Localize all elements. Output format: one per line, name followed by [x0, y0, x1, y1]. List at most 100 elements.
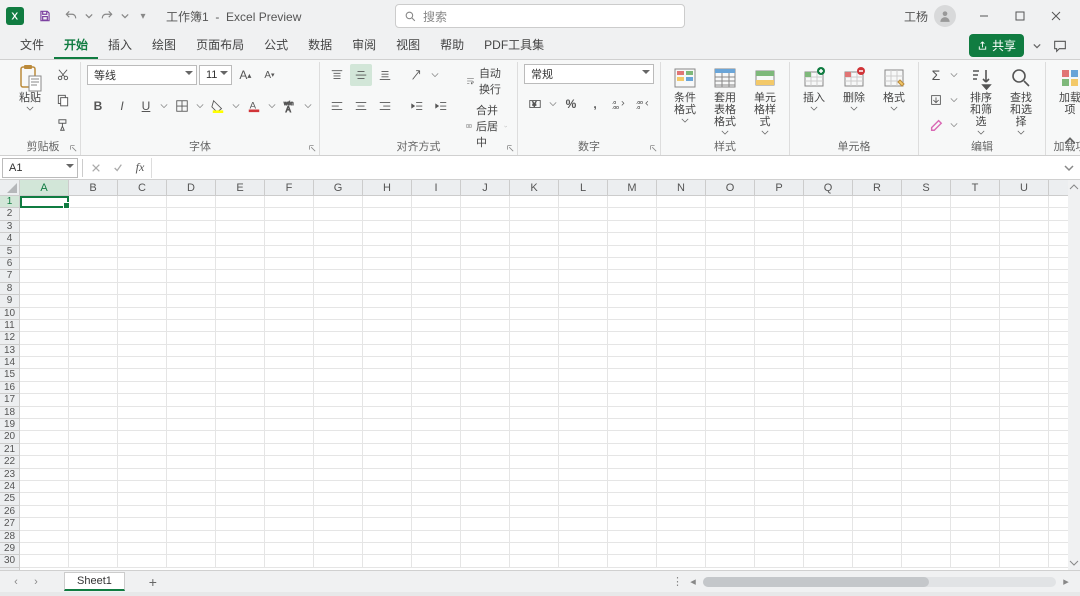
tab-data[interactable]: 数据: [298, 32, 342, 59]
row-header-5[interactable]: 5: [0, 246, 19, 258]
row-header-6[interactable]: 6: [0, 258, 19, 270]
row-header-26[interactable]: 26: [0, 506, 19, 518]
find-select-button[interactable]: 查找和选择: [1003, 64, 1039, 137]
align-top-button[interactable]: [326, 64, 348, 86]
orientation-button[interactable]: [406, 64, 428, 86]
row-header-3[interactable]: 3: [0, 221, 19, 233]
format-as-table-button[interactable]: 套用 表格格式: [707, 64, 743, 137]
minimize-button[interactable]: [966, 1, 1002, 31]
wrap-text-button[interactable]: 自动换行: [462, 64, 511, 98]
scroll-right-icon[interactable]: ▸: [1060, 575, 1072, 588]
row-header-30[interactable]: 30: [0, 555, 19, 567]
vertical-scrollbar[interactable]: [1068, 180, 1080, 570]
column-header-O[interactable]: O: [706, 180, 755, 195]
phonetic-menu[interactable]: [303, 102, 313, 110]
row-header-25[interactable]: 25: [0, 493, 19, 505]
column-header-K[interactable]: K: [510, 180, 559, 195]
maximize-button[interactable]: [1002, 1, 1038, 31]
font-size-combo[interactable]: 11: [199, 65, 232, 85]
delete-cells-button[interactable]: 删除: [836, 64, 872, 113]
row-header-27[interactable]: 27: [0, 518, 19, 530]
addins-button[interactable]: 加载项: [1052, 64, 1080, 118]
column-headers[interactable]: ABCDEFGHIJKLMNOPQRSTU: [20, 180, 1068, 196]
row-header-1[interactable]: 1: [0, 196, 19, 208]
autosum-menu[interactable]: [949, 71, 959, 79]
tab-pdf-tools[interactable]: PDF工具集: [474, 32, 554, 59]
fill-menu[interactable]: [949, 96, 959, 104]
horizontal-scrollbar[interactable]: ⋮ ◂ ▸: [672, 575, 1072, 588]
row-header-16[interactable]: 16: [0, 382, 19, 394]
row-header-10[interactable]: 10: [0, 308, 19, 320]
format-cells-button[interactable]: 格式: [876, 64, 912, 113]
comments-button[interactable]: [1050, 36, 1070, 56]
column-header-H[interactable]: H: [363, 180, 412, 195]
alignment-dialog-launcher[interactable]: [505, 143, 515, 153]
cancel-formula-button[interactable]: [85, 157, 107, 179]
column-header-I[interactable]: I: [412, 180, 461, 195]
align-bottom-button[interactable]: [374, 64, 396, 86]
italic-button[interactable]: I: [111, 95, 133, 117]
share-button[interactable]: 共享: [969, 34, 1024, 57]
borders-button[interactable]: [171, 95, 193, 117]
row-header-24[interactable]: 24: [0, 481, 19, 493]
row-header-7[interactable]: 7: [0, 270, 19, 282]
underline-menu[interactable]: [159, 102, 169, 110]
row-header-21[interactable]: 21: [0, 444, 19, 456]
column-header-Q[interactable]: Q: [804, 180, 853, 195]
undo-menu-caret[interactable]: [84, 12, 94, 20]
expand-formula-bar-button[interactable]: [1058, 163, 1080, 173]
column-header-T[interactable]: T: [951, 180, 1000, 195]
row-header-18[interactable]: 18: [0, 407, 19, 419]
decrease-indent-button[interactable]: [406, 95, 428, 117]
undo-button[interactable]: [58, 3, 84, 29]
number-format-combo[interactable]: 常规: [524, 64, 654, 84]
sheet-nav-next[interactable]: ›: [28, 576, 44, 588]
orientation-menu[interactable]: [430, 71, 440, 79]
row-header-2[interactable]: 2: [0, 208, 19, 220]
hscroll-thumb[interactable]: [703, 577, 929, 587]
name-box[interactable]: A1: [2, 158, 78, 178]
accounting-format-button[interactable]: ¥: [524, 93, 546, 115]
collapse-ribbon-button[interactable]: [1064, 136, 1076, 151]
qat-customize-button[interactable]: ▾: [130, 3, 156, 29]
bold-button[interactable]: B: [87, 95, 109, 117]
tab-insert[interactable]: 插入: [98, 32, 142, 59]
redo-button[interactable]: [94, 3, 120, 29]
add-sheet-button[interactable]: +: [141, 574, 165, 590]
format-painter-button[interactable]: [52, 114, 74, 136]
column-header-R[interactable]: R: [853, 180, 902, 195]
account-button[interactable]: 工杨: [894, 5, 966, 27]
scroll-up-icon[interactable]: [1069, 182, 1079, 192]
column-header-M[interactable]: M: [608, 180, 657, 195]
increase-decimal-button[interactable]: .0.00: [608, 93, 630, 115]
underline-button[interactable]: U: [135, 95, 157, 117]
redo-menu-caret[interactable]: [120, 12, 130, 20]
row-header-28[interactable]: 28: [0, 531, 19, 543]
increase-font-button[interactable]: A▴: [234, 64, 256, 86]
align-middle-button[interactable]: [350, 64, 372, 86]
font-color-menu[interactable]: [267, 102, 277, 110]
insert-function-button[interactable]: fx: [129, 157, 151, 179]
paste-button[interactable]: 粘贴: [12, 64, 48, 113]
scroll-down-icon[interactable]: [1069, 558, 1079, 568]
row-header-9[interactable]: 9: [0, 295, 19, 307]
column-header-J[interactable]: J: [461, 180, 510, 195]
row-header-17[interactable]: 17: [0, 394, 19, 406]
tab-view[interactable]: 视图: [386, 32, 430, 59]
column-header-C[interactable]: C: [118, 180, 167, 195]
row-header-14[interactable]: 14: [0, 357, 19, 369]
align-left-button[interactable]: [326, 95, 348, 117]
clear-menu[interactable]: [949, 121, 959, 129]
select-all-button[interactable]: [0, 180, 20, 196]
accounting-menu[interactable]: [548, 100, 558, 108]
row-header-15[interactable]: 15: [0, 369, 19, 381]
sheet-tab-active[interactable]: Sheet1: [64, 572, 125, 591]
row-header-13[interactable]: 13: [0, 345, 19, 357]
column-header-U[interactable]: U: [1000, 180, 1049, 195]
align-right-button[interactable]: [374, 95, 396, 117]
percent-button[interactable]: %: [560, 93, 582, 115]
conditional-formatting-button[interactable]: 条件格式: [667, 64, 703, 125]
tab-formulas[interactable]: 公式: [254, 32, 298, 59]
column-header-D[interactable]: D: [167, 180, 216, 195]
autosum-button[interactable]: Σ: [925, 64, 947, 86]
